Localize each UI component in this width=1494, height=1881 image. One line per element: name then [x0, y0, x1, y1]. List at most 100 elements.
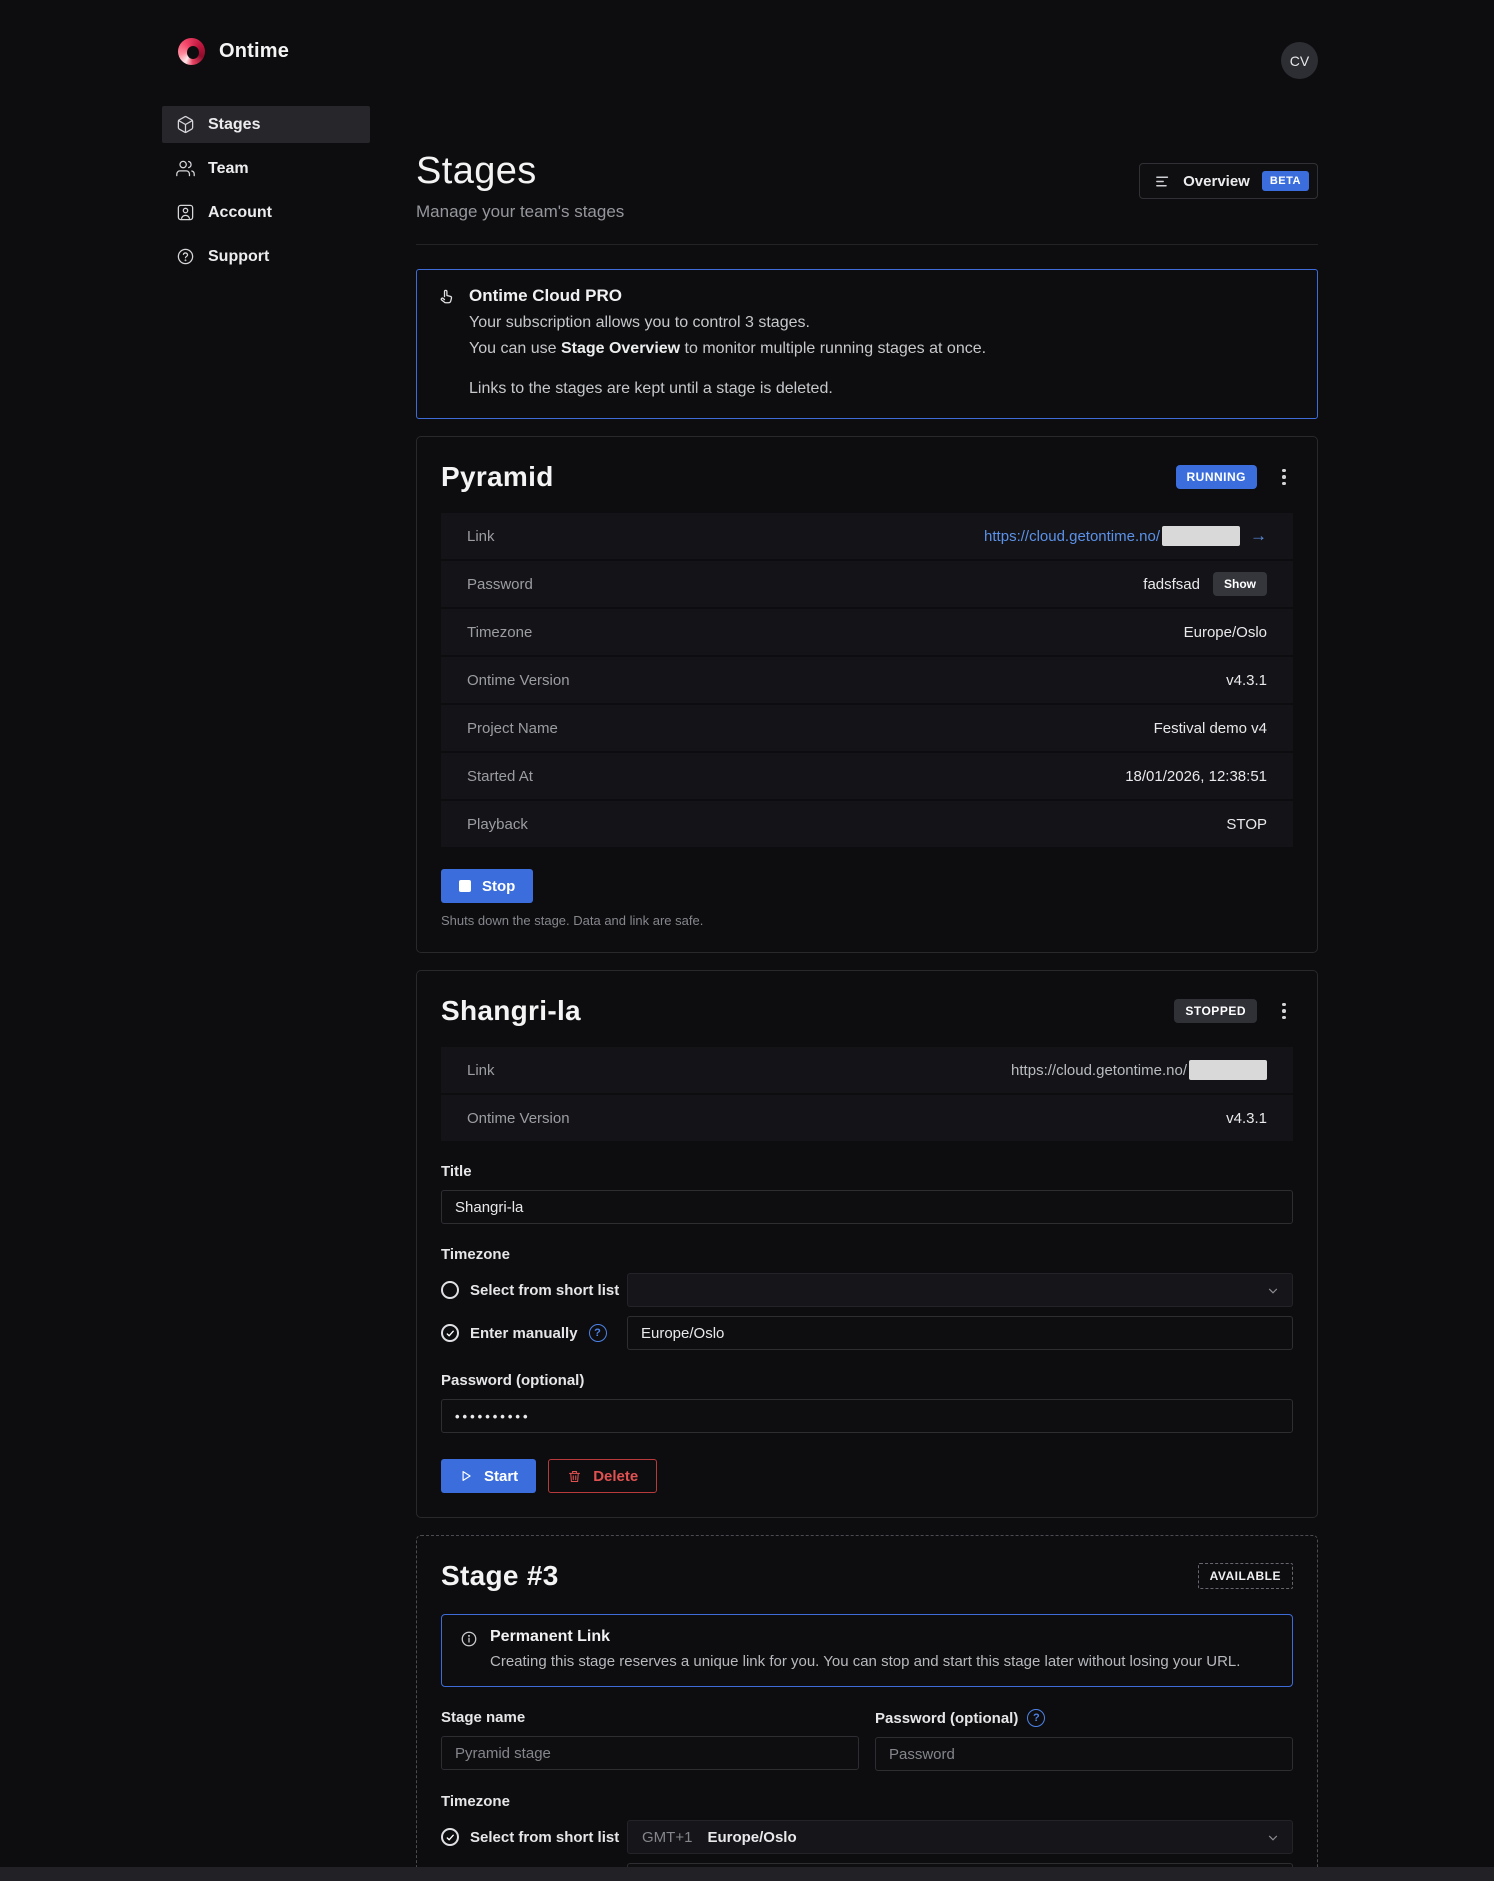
title-field-label: Title	[441, 1163, 1293, 1180]
password-field-label: Password (optional)	[441, 1372, 1293, 1389]
permanent-link-text: Permanent Link Creating this stage reser…	[490, 1628, 1240, 1670]
radio-option: Enter manually ?	[441, 1324, 627, 1342]
stage-card-shangrila: Shangri-la STOPPED Link https://cloud.ge…	[416, 970, 1318, 1518]
sidebar-item-stages[interactable]: Stages	[162, 106, 370, 143]
stage-name-input[interactable]	[441, 1736, 859, 1770]
info-circle-icon	[460, 1630, 478, 1648]
redacted-link-segment	[1189, 1060, 1267, 1080]
help-bubble-icon	[176, 247, 195, 266]
subscription-line-2: You can use Stage Overview to monitor mu…	[469, 340, 986, 358]
shangrila-details-table: Link https://cloud.getontime.no/ Ontime …	[441, 1047, 1293, 1141]
sidebar-item-account[interactable]: Account	[162, 194, 370, 231]
sidebar-item-support[interactable]: Support	[162, 238, 370, 275]
stage-card-available: Stage #3 AVAILABLE Permanent Link Creati…	[416, 1535, 1318, 1881]
shortlist-radio-label: Select from short list	[470, 1829, 619, 1846]
start-stage-button[interactable]: Start	[441, 1459, 536, 1493]
row-value: fadsfsad Show	[1143, 572, 1267, 596]
stop-button-label: Stop	[482, 878, 515, 895]
id-card-icon	[176, 203, 195, 222]
stop-stage-button[interactable]: Stop	[441, 869, 533, 903]
row-label: Timezone	[467, 624, 532, 641]
pyramid-title: Pyramid	[441, 461, 1176, 493]
subscription-banner-text: Ontime Cloud PRO Your subscription allow…	[469, 286, 986, 398]
name-password-row: Stage name Password (optional) ?	[441, 1687, 1293, 1771]
row-value: 18/01/2026, 12:38:51	[1125, 768, 1267, 785]
timezone-shortlist-row: Select from short list GMT+1 Europe/Oslo	[441, 1820, 1293, 1854]
row-value: STOP	[1226, 816, 1267, 833]
subscription-line-1: Your subscription allows you to control …	[469, 314, 986, 332]
row-label: Ontime Version	[467, 1110, 570, 1127]
table-row-password: Password fadsfsad Show	[441, 561, 1293, 607]
row-value: v4.3.1	[1226, 1110, 1267, 1127]
manual-help-icon[interactable]: ?	[589, 1324, 607, 1342]
brand-name: Ontime	[219, 40, 289, 63]
manual-timezone-input[interactable]	[627, 1316, 1293, 1350]
row-label: Started At	[467, 768, 533, 785]
manual-radio-label: Enter manually	[470, 1325, 578, 1342]
subscription-line-3: Links to the stages are kept until a sta…	[469, 380, 986, 398]
stop-hint: Shuts down the stage. Data and link are …	[441, 913, 1293, 928]
row-label: Link	[467, 1062, 495, 1079]
row-label: Project Name	[467, 720, 558, 737]
table-row-version: Ontime Version v4.3.1	[441, 1095, 1293, 1141]
show-password-button[interactable]: Show	[1213, 572, 1267, 596]
timezone-section-label: Timezone	[441, 1246, 1293, 1263]
table-row-started: Started At 18/01/2026, 12:38:51	[441, 753, 1293, 799]
stop-icon	[459, 880, 471, 892]
password-input[interactable]	[875, 1737, 1293, 1771]
row-label: Link	[467, 528, 495, 545]
timezone-select-wrapper	[627, 1273, 1293, 1307]
beta-badge: BETA	[1262, 171, 1309, 191]
password-input[interactable]	[441, 1399, 1293, 1433]
overview-button[interactable]: Overview BETA	[1139, 163, 1318, 199]
radio-checked-icon[interactable]	[441, 1828, 459, 1846]
delete-button-label: Delete	[593, 1468, 638, 1485]
table-row-timezone: Timezone Europe/Oslo	[441, 609, 1293, 655]
stage-name-label: Stage name	[441, 1709, 859, 1726]
timezone-select[interactable]	[627, 1273, 1293, 1307]
delete-stage-button[interactable]: Delete	[548, 1459, 657, 1493]
pyramid-card-header: Pyramid RUNNING	[441, 461, 1293, 493]
subscription-banner-title: Ontime Cloud PRO	[469, 286, 986, 306]
shangrila-actions: Start Delete	[441, 1459, 1293, 1493]
timezone-shortlist-row: Select from short list	[441, 1273, 1293, 1307]
open-link-arrow-icon[interactable]: →	[1250, 526, 1267, 546]
pyramid-status-badge: RUNNING	[1176, 465, 1258, 489]
bottom-edge-strip	[0, 1867, 1494, 1881]
main-content: Stages Manage your team's stages Overvie…	[416, 0, 1318, 1881]
row-value: Festival demo v4	[1154, 720, 1267, 737]
row-label: Ontime Version	[467, 672, 570, 689]
table-row-project: Project Name Festival demo v4	[441, 705, 1293, 751]
table-row-link: Link https://cloud.getontime.no/ →	[441, 513, 1293, 559]
subscription-banner: Ontime Cloud PRO Your subscription allow…	[416, 269, 1318, 419]
timezone-section-label: Timezone	[441, 1793, 1293, 1810]
page-subtitle: Manage your team's stages	[416, 202, 1318, 222]
sidebar-item-label: Support	[208, 248, 269, 266]
chevron-down-icon	[1266, 1284, 1280, 1298]
permanent-link-body: Creating this stage reserves a unique li…	[490, 1653, 1240, 1670]
row-value: https://cloud.getontime.no/ →	[984, 526, 1267, 546]
cube-icon	[176, 115, 195, 134]
stage-link[interactable]: https://cloud.getontime.no/	[984, 528, 1160, 545]
row-label: Password	[467, 576, 533, 593]
overview-label: Overview	[1183, 173, 1250, 190]
radio-unchecked-icon[interactable]	[441, 1281, 459, 1299]
shangrila-status-badge: STOPPED	[1174, 999, 1257, 1023]
row-value: Europe/Oslo	[1184, 624, 1267, 641]
permanent-link-banner: Permanent Link Creating this stage reser…	[441, 1614, 1293, 1687]
sidebar-item-team[interactable]: Team	[162, 150, 370, 187]
password-value: fadsfsad	[1143, 576, 1200, 593]
title-input[interactable]	[441, 1190, 1293, 1224]
sidebar-item-label: Account	[208, 204, 272, 222]
pyramid-kebab-menu-icon[interactable]	[1275, 467, 1293, 488]
stage3-status-badge: AVAILABLE	[1198, 1563, 1293, 1589]
timezone-select[interactable]: GMT+1 Europe/Oslo	[627, 1820, 1293, 1854]
manual-timezone-wrapper	[627, 1316, 1293, 1350]
row-value: https://cloud.getontime.no/	[1011, 1060, 1267, 1080]
password-help-icon[interactable]: ?	[1027, 1709, 1045, 1727]
mixer-lines-icon	[1154, 173, 1171, 190]
radio-checked-icon[interactable]	[441, 1324, 459, 1342]
shangrila-kebab-menu-icon[interactable]	[1275, 1001, 1293, 1022]
table-row-version: Ontime Version v4.3.1	[441, 657, 1293, 703]
stage3-title: Stage #3	[441, 1560, 1198, 1592]
